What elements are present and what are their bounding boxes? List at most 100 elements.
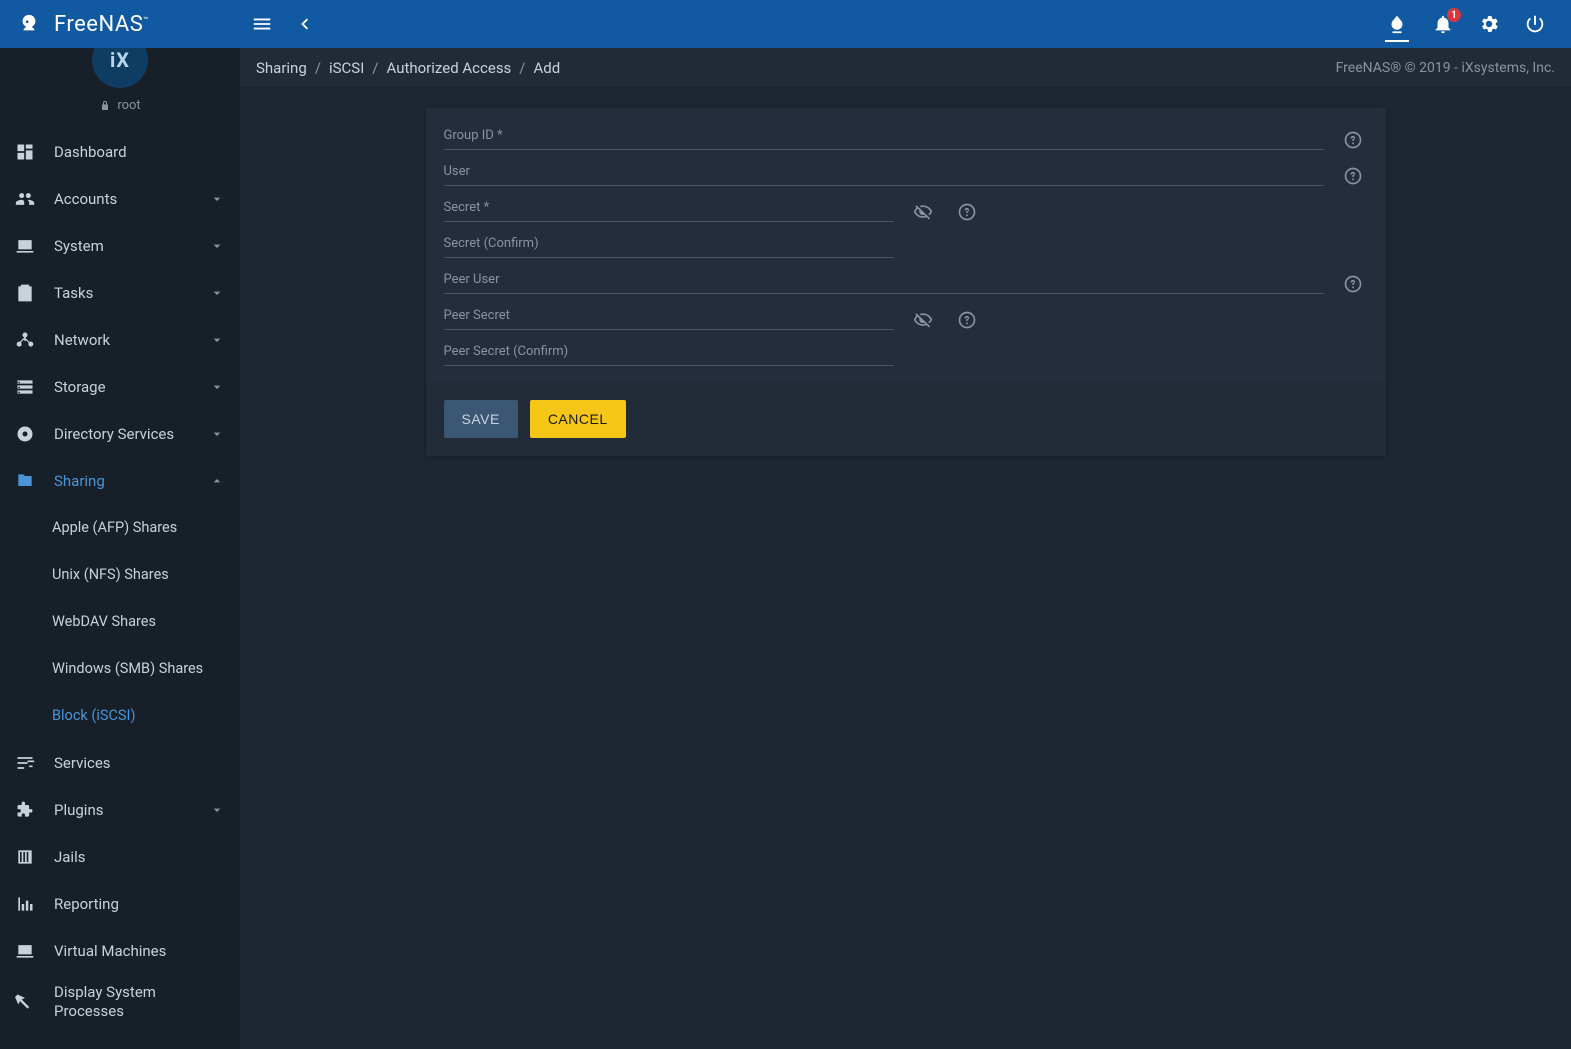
services-icon — [14, 752, 36, 774]
brand-area: FreeNAS™ — [0, 7, 240, 41]
sidebar-subitem-nfs[interactable]: Unix (NFS) Shares — [0, 551, 240, 598]
breadcrumb-part: Add — [534, 59, 561, 77]
field-row-peer-secret: Peer Secret — [444, 298, 1368, 334]
sidebar-subitem-label: Apple (AFP) Shares — [52, 519, 177, 536]
sidebar-item-vms[interactable]: Virtual Machines — [0, 927, 240, 974]
help-icon[interactable] — [952, 310, 982, 330]
cancel-button[interactable]: CANCEL — [530, 400, 626, 438]
vm-icon — [14, 940, 36, 962]
sharing-icon — [14, 470, 36, 492]
plugins-icon — [14, 799, 36, 821]
chevron-down-icon — [208, 801, 226, 819]
sidebar-item-services[interactable]: Services — [0, 739, 240, 786]
chevron-down-icon — [208, 237, 226, 255]
sidebar-item-sharing[interactable]: Sharing — [0, 457, 240, 504]
storage-icon — [14, 376, 36, 398]
breadcrumb-part[interactable]: Sharing — [256, 59, 307, 77]
copyright: FreeNAS® © 2019 - iXsystems, Inc. — [1336, 60, 1555, 76]
sidebar-item-dashboard[interactable]: Dashboard — [0, 128, 240, 175]
breadcrumb-sep: / — [519, 59, 525, 77]
peer-secret-field[interactable]: Peer Secret — [444, 306, 894, 330]
brand-name: FreeNAS™ — [54, 12, 149, 37]
field-row-secret: Secret * — [444, 190, 1368, 226]
sidebar-item-label: Services — [54, 754, 226, 772]
user-name: root — [117, 98, 140, 113]
help-icon[interactable] — [952, 202, 982, 222]
visibility-off-icon[interactable] — [908, 202, 938, 222]
field-label: Peer User — [444, 270, 1324, 293]
sidebar-item-label: Virtual Machines — [54, 942, 226, 960]
field-label: Group ID * — [444, 126, 1324, 149]
sidebar-item-reporting[interactable]: Reporting — [0, 880, 240, 927]
sidebar-item-system[interactable]: System — [0, 222, 240, 269]
help-icon[interactable] — [1338, 166, 1368, 186]
secret-confirm-field[interactable]: Secret (Confirm) — [444, 234, 894, 258]
settings-icon[interactable] — [1477, 12, 1501, 36]
field-label: Secret (Confirm) — [444, 234, 894, 257]
secret-field[interactable]: Secret * — [444, 198, 894, 222]
form-body: Group ID * User — [426, 108, 1386, 374]
notifications-icon[interactable]: 1 — [1431, 12, 1455, 36]
field-row-peer-user: Peer User — [444, 262, 1368, 298]
sidebar-subitem-smb[interactable]: Windows (SMB) Shares — [0, 645, 240, 692]
sidebar-item-label: Reporting — [54, 895, 226, 913]
jails-icon — [14, 846, 36, 868]
breadcrumb-sep: / — [372, 59, 378, 77]
peer-user-field[interactable]: Peer User — [444, 270, 1324, 294]
sidebar-item-processes[interactable]: Display System Processes — [0, 974, 240, 1029]
field-label: Peer Secret (Confirm) — [444, 342, 894, 365]
field-row-group-id: Group ID * — [444, 118, 1368, 154]
sidebar-item-accounts[interactable]: Accounts — [0, 175, 240, 222]
sidebar-item-jails[interactable]: Jails — [0, 833, 240, 880]
breadcrumb-part[interactable]: Authorized Access — [386, 59, 511, 77]
sidebar-subitem-iscsi[interactable]: Block (iSCSI) — [0, 692, 240, 739]
user-block: iX root — [0, 48, 240, 128]
accounts-icon — [14, 188, 36, 210]
sidebar-subitem-label: WebDAV Shares — [52, 613, 156, 630]
sidebar-subitem-webdav[interactable]: WebDAV Shares — [0, 598, 240, 645]
sidebar-item-label: Sharing — [54, 472, 190, 490]
topbar-left-controls — [240, 12, 316, 36]
sidebar-item-tasks[interactable]: Tasks — [0, 269, 240, 316]
reporting-icon — [14, 893, 36, 915]
tasks-icon — [14, 282, 36, 304]
sidebar-item-plugins[interactable]: Plugins — [0, 786, 240, 833]
directory-icon — [14, 423, 36, 445]
group-id-field[interactable]: Group ID * — [444, 126, 1324, 150]
form-actions: SAVE CANCEL — [426, 382, 1386, 456]
sidebar-subitem-label: Block (iSCSI) — [52, 707, 136, 724]
help-icon[interactable] — [1338, 274, 1368, 294]
sidebar-subitem-afp[interactable]: Apple (AFP) Shares — [0, 504, 240, 551]
avatar: iX — [92, 48, 148, 88]
help-icon[interactable] — [1338, 130, 1368, 150]
brand-logo-icon — [12, 7, 46, 41]
content: Group ID * User — [240, 88, 1571, 476]
power-icon[interactable] — [1523, 12, 1547, 36]
dashboard-icon — [14, 141, 36, 163]
sidebar-item-label: Storage — [54, 378, 190, 396]
theme-icon[interactable] — [1385, 12, 1409, 36]
save-button[interactable]: SAVE — [444, 400, 518, 438]
visibility-off-icon[interactable] — [908, 310, 938, 330]
processes-icon — [14, 991, 36, 1013]
sidebar-item-storage[interactable]: Storage — [0, 363, 240, 410]
sidebar-subitem-label: Windows (SMB) Shares — [52, 660, 203, 677]
field-label: Peer Secret — [444, 306, 894, 329]
notifications-badge: 1 — [1447, 8, 1461, 22]
chevron-down-icon — [208, 331, 226, 349]
user-field[interactable]: User — [444, 162, 1324, 186]
field-row-user: User — [444, 154, 1368, 190]
breadcrumb-sep: / — [315, 59, 321, 77]
sidebar-item-label: Tasks — [54, 284, 190, 302]
system-icon — [14, 235, 36, 257]
sidebar-item-directory-services[interactable]: Directory Services — [0, 410, 240, 457]
chevron-up-icon — [208, 472, 226, 490]
chevron-left-icon[interactable] — [292, 12, 316, 36]
menu-icon[interactable] — [250, 12, 274, 36]
sidebar: iX root Dashboard Accounts System — [0, 48, 240, 1049]
field-row-secret-confirm: Secret (Confirm) — [444, 226, 1368, 262]
sidebar-item-network[interactable]: Network — [0, 316, 240, 363]
breadcrumb-part[interactable]: iSCSI — [329, 59, 364, 77]
field-label: User — [444, 162, 1324, 185]
peer-secret-confirm-field[interactable]: Peer Secret (Confirm) — [444, 342, 894, 366]
